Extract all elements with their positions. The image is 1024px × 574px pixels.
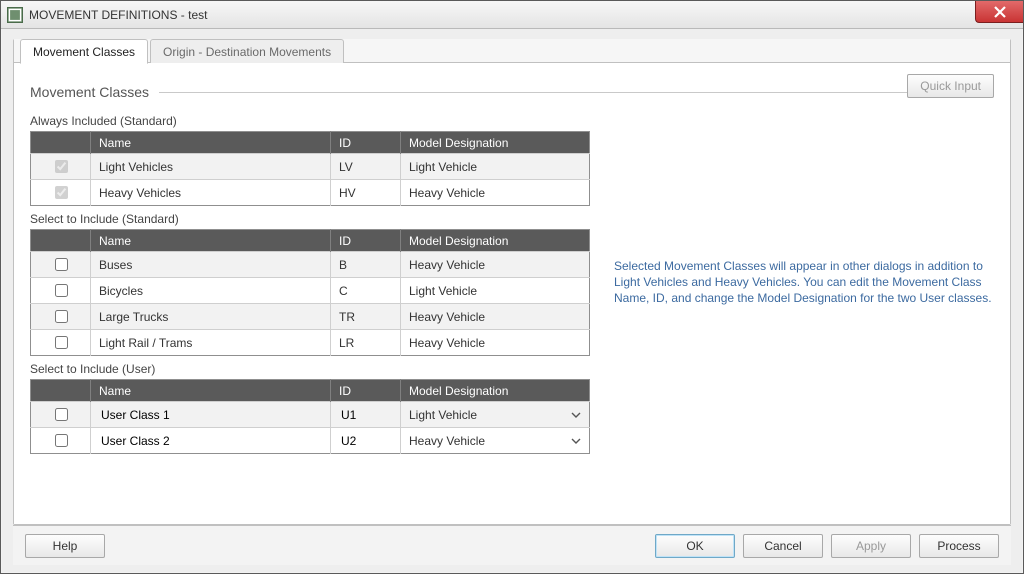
apply-button[interactable]: Apply (831, 534, 911, 558)
id-input[interactable] (339, 434, 392, 448)
name-input[interactable] (99, 408, 322, 422)
cell-name: Buses (91, 252, 331, 278)
table-row: Bicycles C Light Vehicle (31, 278, 590, 304)
help-button[interactable]: Help (25, 534, 105, 558)
row-checkbox[interactable] (55, 310, 68, 323)
cell-id: TR (331, 304, 401, 330)
row-checkbox[interactable] (55, 434, 68, 447)
cell-id: LR (331, 330, 401, 356)
client-area: Movement Classes Origin - Destination Mo… (1, 29, 1023, 573)
process-button[interactable]: Process (919, 534, 999, 558)
row-checkbox[interactable] (55, 336, 68, 349)
col-check (31, 132, 91, 154)
cell-id: LV (331, 154, 401, 180)
table-row: Buses B Heavy Vehicle (31, 252, 590, 278)
col-id: ID (331, 132, 401, 154)
cell-name: Light Rail / Trams (91, 330, 331, 356)
col-id: ID (331, 380, 401, 402)
info-text: Selected Movement Classes will appear in… (614, 258, 994, 307)
section-heading: Movement Classes (30, 84, 994, 100)
row-checkbox[interactable] (55, 284, 68, 297)
dialog-footer: Help OK Cancel Apply Process (13, 525, 1011, 565)
cancel-button[interactable]: Cancel (743, 534, 823, 558)
table-row: Heavy Vehicle (31, 428, 590, 454)
cell-md: Light Vehicle (401, 154, 590, 180)
id-input[interactable] (339, 408, 392, 422)
table-row: Light Rail / Trams LR Heavy Vehicle (31, 330, 590, 356)
model-designation-dropdown[interactable]: Light Vehicle (409, 408, 581, 422)
cell-md: Heavy Vehicle (401, 252, 590, 278)
row-checkbox[interactable] (55, 258, 68, 271)
cell-id[interactable] (331, 428, 401, 454)
table-row: Heavy Vehicles HV Heavy Vehicle (31, 180, 590, 206)
section-title: Movement Classes (30, 84, 149, 100)
cell-id[interactable] (331, 402, 401, 428)
quick-input-button[interactable]: Quick Input (907, 74, 994, 98)
cell-name: Light Vehicles (91, 154, 331, 180)
cell-id: HV (331, 180, 401, 206)
col-name: Name (91, 380, 331, 402)
dialog-window: MOVEMENT DEFINITIONS - test Movement Cla… (0, 0, 1024, 574)
tab-container: Movement Classes Origin - Destination Mo… (13, 39, 1011, 525)
group-label-always: Always Included (Standard) (30, 114, 590, 128)
table-row: Large Trucks TR Heavy Vehicle (31, 304, 590, 330)
col-check (31, 380, 91, 402)
cell-md: Heavy Vehicle (401, 330, 590, 356)
app-icon (7, 7, 23, 23)
col-check (31, 230, 91, 252)
tabstrip: Movement Classes Origin - Destination Mo… (14, 39, 1010, 63)
cell-name: Heavy Vehicles (91, 180, 331, 206)
cell-md[interactable]: Light Vehicle (401, 402, 590, 428)
table-select-user: Name ID Model Designation (30, 379, 590, 454)
table-row: Light Vehicle (31, 402, 590, 428)
cell-name: Large Trucks (91, 304, 331, 330)
close-icon (994, 6, 1006, 18)
cell-name[interactable] (91, 402, 331, 428)
ok-button[interactable]: OK (655, 534, 735, 558)
chevron-down-icon (571, 438, 581, 444)
cell-md[interactable]: Heavy Vehicle (401, 428, 590, 454)
titlebar: MOVEMENT DEFINITIONS - test (1, 1, 1023, 29)
col-md: Model Designation (401, 230, 590, 252)
window-title: MOVEMENT DEFINITIONS - test (29, 8, 207, 22)
col-name: Name (91, 132, 331, 154)
col-md: Model Designation (401, 132, 590, 154)
name-input[interactable] (99, 434, 322, 448)
dropdown-value: Light Vehicle (409, 408, 477, 422)
model-designation-dropdown[interactable]: Heavy Vehicle (409, 434, 581, 448)
col-id: ID (331, 230, 401, 252)
close-button[interactable] (975, 1, 1023, 23)
cell-md: Heavy Vehicle (401, 304, 590, 330)
row-checkbox[interactable] (55, 408, 68, 421)
cell-id: C (331, 278, 401, 304)
table-always-included: Name ID Model Designation Light Vehicles… (30, 131, 590, 206)
cell-md: Heavy Vehicle (401, 180, 590, 206)
group-label-select-user: Select to Include (User) (30, 362, 590, 376)
dropdown-value: Heavy Vehicle (409, 434, 485, 448)
col-md: Model Designation (401, 380, 590, 402)
cell-id: B (331, 252, 401, 278)
row-checkbox[interactable] (55, 186, 68, 199)
group-label-select-std: Select to Include (Standard) (30, 212, 590, 226)
divider (159, 92, 994, 93)
row-checkbox[interactable] (55, 160, 68, 173)
cell-name[interactable] (91, 428, 331, 454)
tab-od-movements[interactable]: Origin - Destination Movements (150, 39, 344, 63)
col-name: Name (91, 230, 331, 252)
tab-movement-classes[interactable]: Movement Classes (20, 39, 148, 64)
table-select-standard: Name ID Model Designation Buses B Heavy … (30, 229, 590, 356)
tab-body: Quick Input Movement Classes Always Incl… (14, 64, 1010, 524)
table-row: Light Vehicles LV Light Vehicle (31, 154, 590, 180)
cell-name: Bicycles (91, 278, 331, 304)
chevron-down-icon (571, 412, 581, 418)
cell-md: Light Vehicle (401, 278, 590, 304)
